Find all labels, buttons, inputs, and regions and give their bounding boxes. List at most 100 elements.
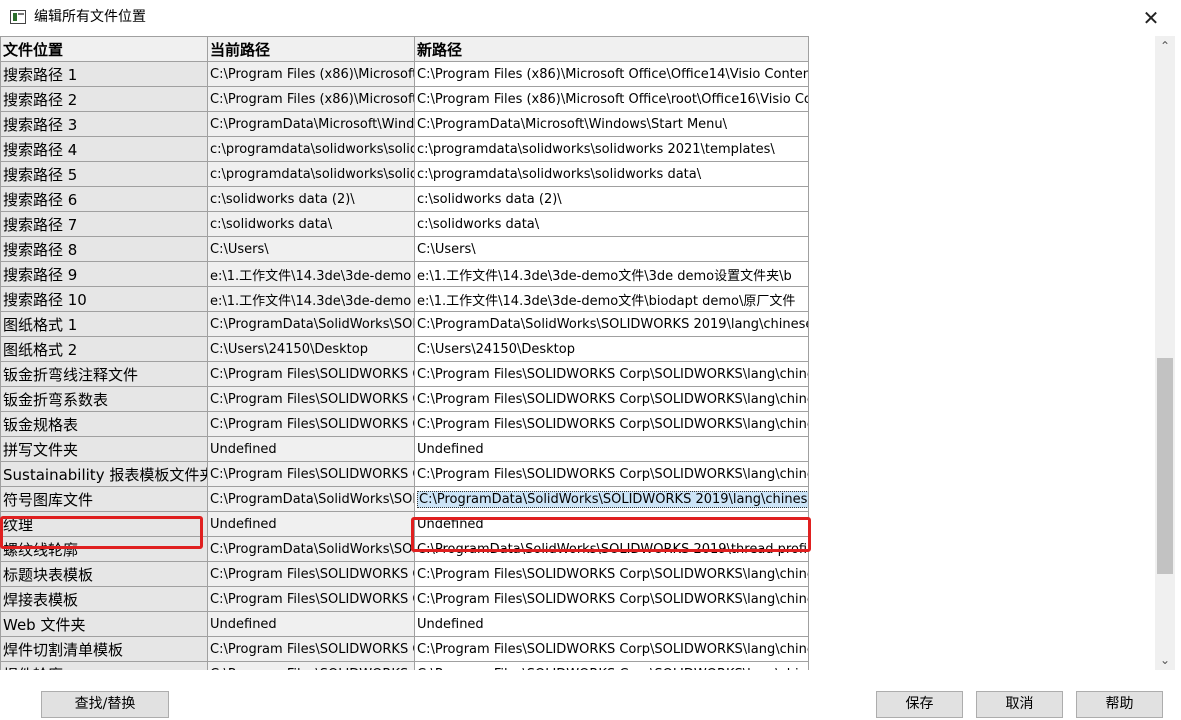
cell-file-location[interactable]: 搜索路径 3 bbox=[0, 111, 208, 137]
cell-new-path[interactable]: C:\Program Files\SOLIDWORKS Corp\SOLIDWO… bbox=[414, 586, 809, 612]
save-button[interactable]: 保存 bbox=[876, 691, 963, 718]
cell-new-path[interactable]: C:\Program Files\SOLIDWORKS Corp\SOLIDWO… bbox=[414, 461, 809, 487]
cell-new-path[interactable]: C:\Program Files\SOLIDWORKS Corp\SOLIDWO… bbox=[414, 561, 809, 587]
cell-current-path: e:\1.工作文件\14.3de\3de-demo bbox=[207, 286, 415, 312]
find-replace-button[interactable]: 查找/替换 bbox=[41, 691, 169, 718]
table-row[interactable]: 焊件切割清单模板 C:\Program Files\SOLIDWORKS Co C:… bbox=[0, 636, 809, 662]
cell-new-path[interactable]: C:\ProgramData\SolidWorks\SOLIDWORKS 201… bbox=[414, 536, 809, 562]
cell-new-path[interactable]: c:\solidworks data (2)\ bbox=[414, 186, 809, 212]
close-button[interactable]: ✕ bbox=[1139, 6, 1163, 30]
cell-file-location[interactable]: 纹理 bbox=[0, 511, 208, 537]
table-row[interactable]: 标题块表模板 C:\Program Files\SOLIDWORKS Co C:\P… bbox=[0, 561, 809, 587]
cell-file-location[interactable]: 搜索路径 5 bbox=[0, 161, 208, 187]
cell-new-path[interactable]: C:\Program Files (x86)\Microsoft Office\… bbox=[414, 61, 809, 87]
cell-file-location[interactable]: 钣金规格表 bbox=[0, 411, 208, 437]
scroll-down-icon[interactable]: ⌄ bbox=[1155, 650, 1175, 670]
cell-file-location[interactable]: 钣金折弯系数表 bbox=[0, 386, 208, 412]
cell-file-location[interactable]: 搜索路径 10 bbox=[0, 286, 208, 312]
help-button[interactable]: 帮助 bbox=[1076, 691, 1163, 718]
cell-file-location[interactable]: 螺纹线轮廓 bbox=[0, 536, 208, 562]
cell-new-path[interactable]: C:\Program Files\SOLIDWORKS Corp\SOLIDWO… bbox=[414, 386, 809, 412]
table-row[interactable]: 符号图库文件 C:\ProgramData\SolidWorks\SOLI C:\P… bbox=[0, 486, 809, 512]
cell-new-path[interactable]: Undefined bbox=[414, 436, 809, 462]
cell-file-location[interactable]: 焊件切割清单模板 bbox=[0, 636, 208, 662]
cell-file-location[interactable]: Sustainability 报表模板文件夹 bbox=[0, 461, 208, 487]
column-header-new-path[interactable]: 新路径 bbox=[414, 36, 809, 62]
cell-file-location[interactable]: 焊件轮廓 bbox=[0, 661, 208, 670]
table-row[interactable]: 搜索路径 5 c:\programdata\solidworks\solidw c:… bbox=[0, 161, 809, 187]
cell-file-location[interactable]: 焊接表模板 bbox=[0, 586, 208, 612]
cell-new-path[interactable]: C:\ProgramData\SolidWorks\SOLIDWORKS 201… bbox=[414, 311, 809, 337]
table-row[interactable]: 搜索路径 10 e:\1.工作文件\14.3de\3de-demo e:\1.工作文… bbox=[0, 286, 809, 312]
cell-new-path[interactable]: c:\programdata\solidworks\solidworks dat… bbox=[414, 161, 809, 187]
column-header-current-path[interactable]: 当前路径 bbox=[207, 36, 415, 62]
cell-file-location[interactable]: 拼写文件夹 bbox=[0, 436, 208, 462]
table-row[interactable]: Sustainability 报表模板文件夹 C:\Program Files\S… bbox=[0, 461, 809, 487]
cell-file-location[interactable]: 搜索路径 2 bbox=[0, 86, 208, 112]
cell-file-location[interactable]: 搜索路径 1 bbox=[0, 61, 208, 87]
selected-path-text[interactable]: C:\ProgramData\SolidWorks\SOLIDWORKS 201… bbox=[417, 490, 808, 508]
table-row[interactable]: 搜索路径 8 C:\Users\ C:\Users\ bbox=[0, 236, 809, 262]
cell-file-location[interactable]: 符号图库文件 bbox=[0, 486, 208, 512]
cell-new-path[interactable]: C:\Users\ bbox=[414, 236, 809, 262]
cell-new-path[interactable]: c:\solidworks data\ bbox=[414, 211, 809, 237]
cell-file-location[interactable]: 搜索路径 8 bbox=[0, 236, 208, 262]
vertical-scrollbar[interactable]: ⌃ ⌄ bbox=[1155, 36, 1175, 670]
cell-new-path[interactable]: C:\Program Files\SOLIDWORKS Corp\SOLIDWO… bbox=[414, 361, 809, 387]
table-row[interactable]: 搜索路径 1 C:\Program Files (x86)\Microsoft O… bbox=[0, 61, 809, 87]
cell-file-location[interactable]: 搜索路径 7 bbox=[0, 211, 208, 237]
cell-new-path[interactable]: e:\1.工作文件\14.3de\3de-demo文件\3de demo设置文件… bbox=[414, 261, 809, 287]
cell-current-path: C:\Program Files (x86)\Microsoft O bbox=[207, 61, 415, 87]
table-row[interactable]: 搜索路径 7 c:\solidworks data\ c:\solidworks d… bbox=[0, 211, 809, 237]
table-row[interactable]: 钣金折弯系数表 C:\Program Files\SOLIDWORKS Co C:\… bbox=[0, 386, 809, 412]
cancel-button[interactable]: 取消 bbox=[976, 691, 1063, 718]
table-row[interactable]: 拼写文件夹 Undefined Undefined bbox=[0, 436, 809, 462]
table-row[interactable]: 焊接表模板 C:\Program Files\SOLIDWORKS Co C:\Pr… bbox=[0, 586, 809, 612]
cell-new-path[interactable]: c:\programdata\solidworks\solidworks 202… bbox=[414, 136, 809, 162]
cell-file-location[interactable]: Web 文件夹 bbox=[0, 611, 208, 637]
cell-new-path[interactable]: C:\Program Files (x86)\Microsoft Office\… bbox=[414, 86, 809, 112]
table-row[interactable]: 搜索路径 4 c:\programdata\solidworks\solidw c:… bbox=[0, 136, 809, 162]
table-row[interactable]: 搜索路径 6 c:\solidworks data (2)\ c:\solidwor… bbox=[0, 186, 809, 212]
table-row[interactable]: Web 文件夹 Undefined Undefined bbox=[0, 611, 809, 637]
cell-new-path[interactable]: C:\ProgramData\Microsoft\Windows\Start M… bbox=[414, 111, 809, 137]
cell-current-path: c:\solidworks data (2)\ bbox=[207, 186, 415, 212]
cell-file-location[interactable]: 搜索路径 6 bbox=[0, 186, 208, 212]
table-row[interactable]: 搜索路径 3 C:\ProgramData\Microsoft\Windo C:\P… bbox=[0, 111, 809, 137]
table-row[interactable]: 搜索路径 9 e:\1.工作文件\14.3de\3de-demo e:\1.工作文件… bbox=[0, 261, 809, 287]
scroll-thumb[interactable] bbox=[1157, 358, 1173, 574]
scroll-up-icon[interactable]: ⌃ bbox=[1155, 36, 1175, 56]
cell-file-location[interactable]: 标题块表模板 bbox=[0, 561, 208, 587]
cell-current-path: C:\Program Files\SOLIDWORKS Co bbox=[207, 461, 415, 487]
cell-new-path[interactable]: e:\1.工作文件\14.3de\3de-demo文件\biodapt demo… bbox=[414, 286, 809, 312]
table-row[interactable]: 钣金折弯线注释文件 C:\Program Files\SOLIDWORKS Co C… bbox=[0, 361, 809, 387]
cell-current-path: C:\Program Files\SOLIDWORKS Co bbox=[207, 636, 415, 662]
title-bar: 编辑所有文件位置 ✕ bbox=[0, 0, 1181, 36]
table-row[interactable]: 图纸格式 1 C:\ProgramData\SolidWorks\SOLI C:\P… bbox=[0, 311, 809, 337]
cell-new-path[interactable]: C:\Program Files\SOLIDWORKS Corp\SOLIDWO… bbox=[414, 636, 809, 662]
cell-new-path[interactable]: Undefined bbox=[414, 611, 809, 637]
table-row[interactable]: 纹理 Undefined Undefined bbox=[0, 511, 809, 537]
table-row[interactable]: 螺纹线轮廓 C:\ProgramData\SolidWorks\SOLI C:\Pr… bbox=[0, 536, 809, 562]
table-row[interactable]: 搜索路径 2 C:\Program Files (x86)\Microsoft O… bbox=[0, 86, 809, 112]
cell-current-path: C:\Program Files\SOLIDWORKS Co bbox=[207, 361, 415, 387]
cell-current-path: C:\ProgramData\Microsoft\Windo bbox=[207, 111, 415, 137]
cell-new-path[interactable]: Undefined bbox=[414, 511, 809, 537]
cell-file-location[interactable]: 图纸格式 1 bbox=[0, 311, 208, 337]
cell-current-path: c:\programdata\solidworks\solidw bbox=[207, 161, 415, 187]
cell-current-path: C:\Users\24150\Desktop bbox=[207, 336, 415, 362]
cell-file-location[interactable]: 搜索路径 4 bbox=[0, 136, 208, 162]
cell-file-location[interactable]: 钣金折弯线注释文件 bbox=[0, 361, 208, 387]
cell-new-path[interactable]: C:\Program Files\SOLIDWORKS Corp\SOLIDWO… bbox=[414, 661, 809, 670]
cell-current-path: C:\Program Files\SOLIDWORKS Co bbox=[207, 586, 415, 612]
file-locations-grid: 文件位置 当前路径 新路径 搜索路径 1 C:\Program Files (x8… bbox=[0, 36, 1155, 670]
cell-new-path[interactable]: C:\Program Files\SOLIDWORKS Corp\SOLIDWO… bbox=[414, 411, 809, 437]
cell-new-path[interactable]: C:\Users\24150\Desktop bbox=[414, 336, 809, 362]
cell-file-location[interactable]: 搜索路径 9 bbox=[0, 261, 208, 287]
table-row[interactable]: 焊件轮廓C:\Program Files\SOLIDWORKS CoC:\Pro… bbox=[0, 661, 809, 670]
cell-file-location[interactable]: 图纸格式 2 bbox=[0, 336, 208, 362]
table-row[interactable]: 钣金规格表 C:\Program Files\SOLIDWORKS Co C:\Pr… bbox=[0, 411, 809, 437]
table-row[interactable]: 图纸格式 2 C:\Users\24150\Desktop C:\Users\241… bbox=[0, 336, 809, 362]
column-header-location[interactable]: 文件位置 bbox=[0, 36, 208, 62]
cell-new-path[interactable]: C:\ProgramData\SolidWorks\SOLIDWORKS 201… bbox=[414, 486, 809, 512]
